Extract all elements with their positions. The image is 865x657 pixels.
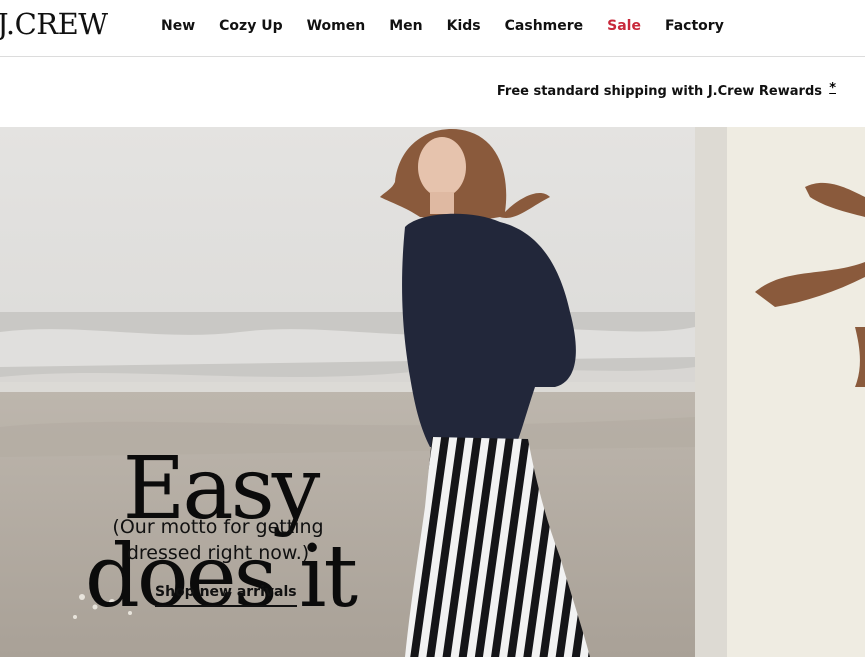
nav-item-new[interactable]: New <box>161 18 195 34</box>
nav-item-cozy-up[interactable]: Cozy Up <box>219 18 282 34</box>
main-nav: New Cozy Up Women Men Kids Cashmere Sale… <box>161 18 748 34</box>
hero-subtext: (Our motto for getting dressed right now… <box>112 516 324 564</box>
side-photo <box>695 127 865 657</box>
nav-item-kids[interactable]: Kids <box>447 18 481 34</box>
jcrew-logo[interactable]: J.CREW <box>0 7 108 41</box>
hero-banner[interactable]: Easy does it <box>0 127 695 657</box>
nav-item-factory[interactable]: Factory <box>665 18 724 34</box>
site-header: J.CREW New Cozy Up Women Men Kids Cashme… <box>0 0 865 57</box>
promo-bar: Free standard shipping with J.Crew Rewar… <box>0 57 865 127</box>
nav-item-sale[interactable]: Sale <box>607 18 641 34</box>
nav-item-women[interactable]: Women <box>307 18 366 34</box>
nav-item-cashmere[interactable]: Cashmere <box>505 18 584 34</box>
hero-next-panel[interactable] <box>695 127 865 657</box>
promo-text[interactable]: Free standard shipping with J.Crew Rewar… <box>497 84 822 99</box>
promo-disclaimer-link[interactable]: * <box>829 81 836 96</box>
nav-item-men[interactable]: Men <box>389 18 422 34</box>
shop-new-arrivals-link[interactable]: Shop new arrivals <box>155 584 297 607</box>
